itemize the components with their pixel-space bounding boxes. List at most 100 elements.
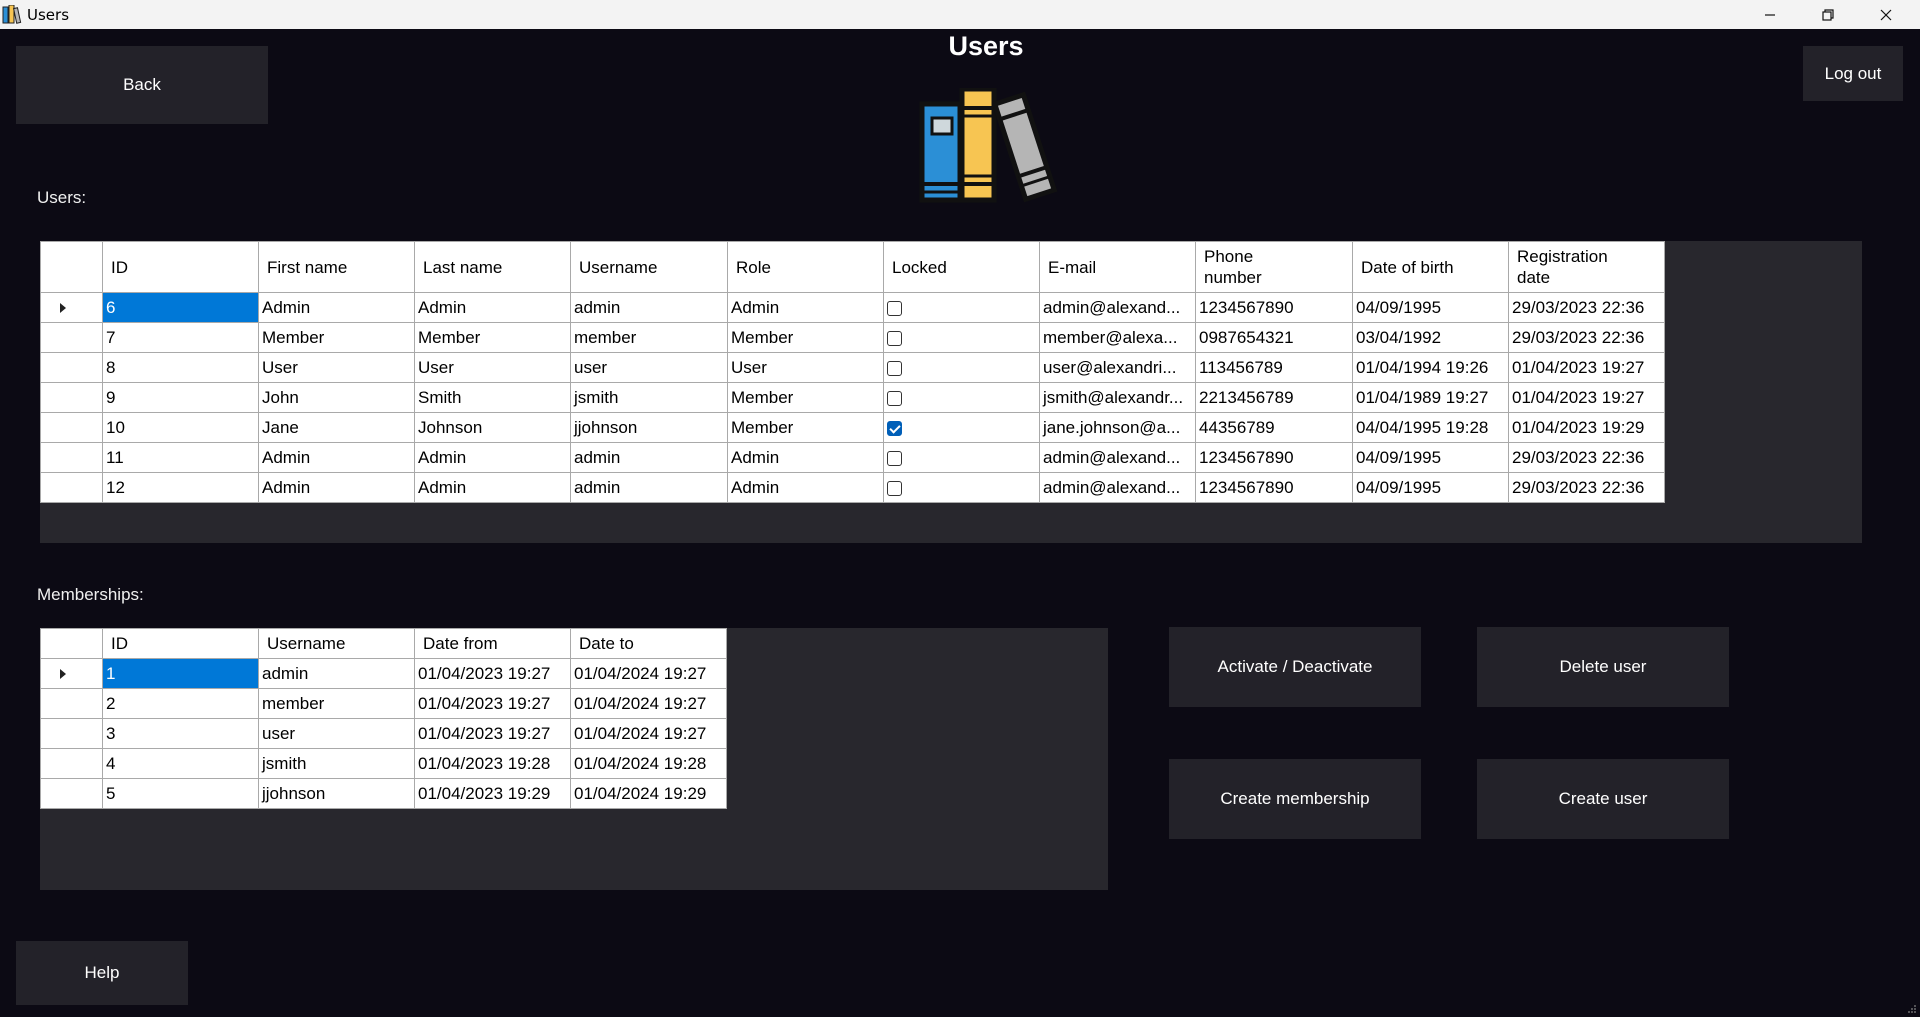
cell-date-to[interactable]: 01/04/2024 19:27 — [570, 688, 727, 719]
cell-id[interactable]: 9 — [102, 382, 259, 413]
cell-username[interactable]: admin — [570, 442, 728, 473]
cell-role[interactable]: Member — [727, 382, 884, 413]
cell-registration[interactable]: 29/03/2023 22:36 — [1508, 442, 1665, 473]
activate-deactivate-button[interactable]: Activate / Deactivate — [1169, 627, 1421, 707]
table-row[interactable]: 10 Jane Johnson jjohnson Member jane.joh… — [40, 412, 1665, 443]
cell-username[interactable]: member — [258, 688, 415, 719]
table-row[interactable]: 3 user 01/04/2023 19:27 01/04/2024 19:27 — [40, 718, 727, 749]
cell-id[interactable]: 2 — [102, 688, 259, 719]
cell-username[interactable]: admin — [570, 472, 728, 503]
cell-last-name[interactable]: Admin — [414, 442, 571, 473]
cell-dob[interactable]: 04/04/1995 19:28 — [1352, 412, 1509, 443]
cell-id[interactable]: 11 — [102, 442, 259, 473]
cell-registration[interactable]: 01/04/2023 19:29 — [1508, 412, 1665, 443]
locked-checkbox-checked[interactable] — [887, 420, 902, 436]
table-row[interactable]: 11 Admin Admin admin Admin admin@alexand… — [40, 442, 1665, 473]
cell-first-name[interactable]: Admin — [258, 442, 415, 473]
logout-button[interactable]: Log out — [1803, 46, 1903, 101]
row-header[interactable] — [40, 472, 103, 503]
cell-email[interactable]: admin@alexand... — [1039, 442, 1196, 473]
cell-last-name[interactable]: User — [414, 352, 571, 383]
cell-first-name[interactable]: Jane — [258, 412, 415, 443]
cell-locked[interactable] — [883, 472, 1040, 503]
cell-email[interactable]: jane.johnson@a... — [1039, 412, 1196, 443]
cell-id[interactable]: 7 — [102, 322, 259, 353]
cell-first-name[interactable]: Member — [258, 322, 415, 353]
row-header[interactable] — [40, 322, 103, 353]
row-header[interactable] — [40, 688, 103, 719]
cell-dob[interactable]: 03/04/1992 — [1352, 322, 1509, 353]
cell-date-from[interactable]: 01/04/2023 19:27 — [414, 658, 571, 689]
cell-id[interactable]: 1 — [102, 658, 259, 689]
cell-id[interactable]: 5 — [102, 778, 259, 809]
cell-locked[interactable] — [883, 382, 1040, 413]
cell-username[interactable]: jjohnson — [570, 412, 728, 443]
minimize-button[interactable] — [1742, 0, 1798, 29]
col-header-date-from[interactable]: Date from — [414, 628, 571, 659]
cell-phone[interactable]: 1234567890 — [1195, 442, 1353, 473]
cell-last-name[interactable]: Admin — [414, 472, 571, 503]
row-header[interactable] — [40, 412, 103, 443]
cell-dob[interactable]: 01/04/1989 19:27 — [1352, 382, 1509, 413]
cell-locked[interactable] — [883, 442, 1040, 473]
cell-role[interactable]: Admin — [727, 292, 884, 323]
back-button[interactable]: Back — [16, 46, 268, 124]
cell-phone[interactable]: 44356789 — [1195, 412, 1353, 443]
cell-email[interactable]: admin@alexand... — [1039, 472, 1196, 503]
users-table[interactable]: ID First name Last name Username Role Lo… — [40, 241, 1665, 503]
cell-username[interactable]: admin — [258, 658, 415, 689]
cell-last-name[interactable]: Member — [414, 322, 571, 353]
cell-dob[interactable]: 04/09/1995 — [1352, 442, 1509, 473]
cell-phone[interactable]: 1234567890 — [1195, 292, 1353, 323]
row-header[interactable] — [40, 352, 103, 383]
row-header[interactable] — [40, 292, 103, 323]
table-row[interactable]: 2 member 01/04/2023 19:27 01/04/2024 19:… — [40, 688, 727, 719]
col-header-phone[interactable]: Phone number — [1195, 241, 1353, 293]
cell-dob[interactable]: 01/04/1994 19:26 — [1352, 352, 1509, 383]
resize-grip-icon[interactable] — [1907, 1004, 1917, 1014]
cell-phone[interactable]: 2213456789 — [1195, 382, 1353, 413]
cell-dob[interactable]: 04/09/1995 — [1352, 292, 1509, 323]
cell-id[interactable]: 3 — [102, 718, 259, 749]
cell-date-from[interactable]: 01/04/2023 19:28 — [414, 748, 571, 779]
row-header[interactable] — [40, 718, 103, 749]
restore-button[interactable] — [1800, 0, 1856, 29]
cell-locked[interactable] — [883, 322, 1040, 353]
cell-locked[interactable] — [883, 412, 1040, 443]
cell-id[interactable]: 12 — [102, 472, 259, 503]
col-header-id[interactable]: ID — [102, 628, 259, 659]
cell-id[interactable]: 10 — [102, 412, 259, 443]
cell-username[interactable]: jsmith — [258, 748, 415, 779]
locked-checkbox[interactable] — [887, 330, 902, 346]
table-row[interactable]: 4 jsmith 01/04/2023 19:28 01/04/2024 19:… — [40, 748, 727, 779]
cell-last-name[interactable]: Smith — [414, 382, 571, 413]
cell-username[interactable]: jjohnson — [258, 778, 415, 809]
table-row[interactable]: 12 Admin Admin admin Admin admin@alexand… — [40, 472, 1665, 503]
cell-registration[interactable]: 01/04/2023 19:27 — [1508, 352, 1665, 383]
close-button[interactable] — [1858, 0, 1914, 29]
cell-role[interactable]: Member — [727, 322, 884, 353]
col-header-registration[interactable]: Registration date — [1508, 241, 1665, 293]
table-row[interactable]: 1 admin 01/04/2023 19:27 01/04/2024 19:2… — [40, 658, 727, 689]
table-row[interactable]: 6 Admin Admin admin Admin admin@alexand.… — [40, 292, 1665, 323]
cell-username[interactable]: user — [570, 352, 728, 383]
memberships-grid[interactable]: ID Username Date from Date to 1 admin 01… — [40, 628, 1108, 890]
cell-first-name[interactable]: John — [258, 382, 415, 413]
row-header[interactable] — [40, 442, 103, 473]
create-membership-button[interactable]: Create membership — [1169, 759, 1421, 839]
row-header[interactable] — [40, 748, 103, 779]
cell-id[interactable]: 6 — [102, 292, 259, 323]
locked-checkbox[interactable] — [887, 360, 902, 376]
col-header-username[interactable]: Username — [570, 241, 728, 293]
row-header[interactable] — [40, 382, 103, 413]
table-row[interactable]: 8 User User user User user@alexandri... … — [40, 352, 1665, 383]
col-header-date-to[interactable]: Date to — [570, 628, 727, 659]
cell-role[interactable]: Admin — [727, 442, 884, 473]
delete-user-button[interactable]: Delete user — [1477, 627, 1729, 707]
cell-email[interactable]: user@alexandri... — [1039, 352, 1196, 383]
col-header-dob[interactable]: Date of birth — [1352, 241, 1509, 293]
row-header[interactable] — [40, 778, 103, 809]
locked-checkbox[interactable] — [887, 300, 902, 316]
table-row[interactable]: 5 jjohnson 01/04/2023 19:29 01/04/2024 1… — [40, 778, 727, 809]
cell-first-name[interactable]: Admin — [258, 292, 415, 323]
